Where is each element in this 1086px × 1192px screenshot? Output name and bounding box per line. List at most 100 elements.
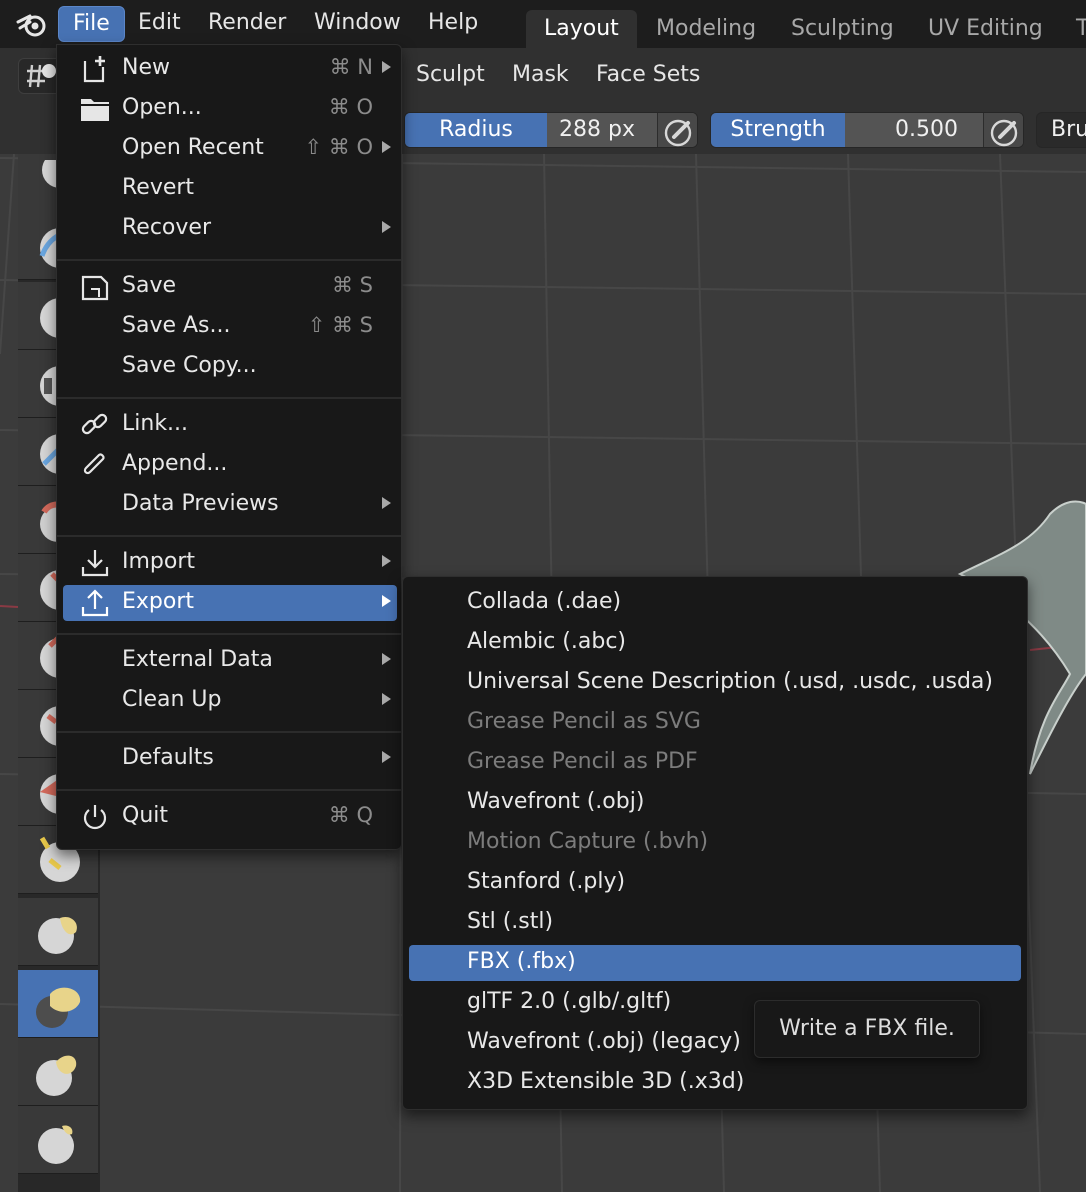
paperclip-icon: [83, 453, 105, 475]
file-defaults-label: Defaults: [122, 745, 214, 770]
strength-pressure-button[interactable]: [983, 113, 1023, 147]
file-open-label: Open...: [122, 95, 202, 120]
strength-field[interactable]: Strength 0.500: [710, 112, 1024, 148]
tool-mask-active[interactable]: [18, 970, 98, 1038]
export-stl-label: Stl (.stl): [467, 909, 554, 934]
menu-separator: [57, 397, 401, 399]
export-gltf-label: glTF 2.0 (.glb/.gltf): [467, 989, 672, 1014]
submenu-arrow-icon: [382, 595, 391, 607]
file-data-previews-label: Data Previews: [122, 491, 279, 516]
file-open-recent-label: Open Recent: [122, 135, 264, 160]
file-export-label: Export: [122, 589, 195, 614]
file-recover-label: Recover: [122, 215, 211, 240]
brush-dropdown[interactable]: Bru: [1036, 112, 1086, 148]
file-revert[interactable]: Revert: [63, 171, 397, 207]
export-collada-label: Collada (.dae): [467, 589, 622, 614]
export-icon: [81, 589, 109, 617]
file-import-label: Import: [122, 549, 196, 574]
file-open[interactable]: Open... ⌘ O: [63, 91, 397, 127]
file-save-label: Save: [122, 273, 177, 298]
export-bvh-label: Motion Capture (.bvh): [467, 829, 709, 854]
tab-uv-editing[interactable]: UV Editing: [910, 10, 1061, 48]
fbx-tooltip: Write a FBX file.: [754, 1000, 980, 1058]
export-collada[interactable]: Collada (.dae): [409, 585, 1021, 621]
face-sets-icon: [36, 1055, 77, 1096]
export-alembic[interactable]: Alembic (.abc): [409, 625, 1021, 661]
export-fbx-label: FBX (.fbx): [467, 949, 576, 974]
menu-separator: [57, 789, 401, 791]
file-link[interactable]: Link...: [63, 407, 397, 443]
export-obj-legacy-label: Wavefront (.obj) (legacy): [467, 1029, 741, 1054]
menu-file[interactable]: File: [58, 6, 125, 42]
export-usd[interactable]: Universal Scene Description (.usd, .usdc…: [409, 665, 1021, 701]
export-wavefront-obj[interactable]: Wavefront (.obj): [409, 785, 1021, 821]
export-grease-pencil-pdf: Grease Pencil as PDF: [409, 745, 1021, 781]
file-data-previews[interactable]: Data Previews: [63, 487, 397, 523]
export-ply-label: Stanford (.ply): [467, 869, 626, 894]
tool-draw-face-sets[interactable]: [18, 1038, 98, 1106]
file-import[interactable]: Import: [63, 545, 397, 581]
file-quit[interactable]: Quit ⌘ Q: [63, 799, 397, 835]
submenu-arrow-icon: [382, 751, 391, 763]
radius-pressure-button[interactable]: [657, 113, 697, 147]
file-save[interactable]: Save ⌘ S: [63, 269, 397, 305]
shortcut-text: ⌘ Q: [328, 803, 373, 827]
file-open-recent[interactable]: Open Recent ⇧ ⌘ O: [63, 131, 397, 167]
menu-separator: [57, 731, 401, 733]
submenu-arrow-icon: [382, 555, 391, 567]
blender-logo-icon[interactable]: [14, 8, 50, 40]
export-gp-pdf-label: Grease Pencil as PDF: [467, 749, 698, 774]
import-icon: [81, 550, 109, 577]
menu-edit[interactable]: Edit: [124, 6, 195, 42]
menu-window[interactable]: Window: [300, 6, 415, 42]
top-menubar: File Edit Render Window Help Layout Mode…: [0, 0, 1086, 48]
file-new[interactable]: New ⌘ N: [63, 51, 397, 87]
export-x3d[interactable]: X3D Extensible 3D (.x3d): [409, 1065, 1021, 1101]
folder-icon: [81, 99, 109, 121]
submenu-arrow-icon: [382, 497, 391, 509]
file-recover[interactable]: Recover: [63, 211, 397, 247]
shortcut-text: ⇧ ⌘ S: [307, 313, 373, 337]
export-motion-capture: Motion Capture (.bvh): [409, 825, 1021, 861]
tab-modeling[interactable]: Modeling: [638, 10, 774, 48]
tab-layout[interactable]: Layout: [526, 10, 637, 48]
file-save-copy[interactable]: Save Copy...: [63, 349, 397, 385]
tab-sculpting[interactable]: Sculpting: [773, 10, 912, 48]
menu-sculpt[interactable]: Sculpt: [416, 62, 485, 87]
file-save-copy-label: Save Copy...: [122, 353, 257, 378]
file-export[interactable]: Export: [63, 585, 397, 621]
file-append[interactable]: Append...: [63, 447, 397, 483]
tool-boundary[interactable]: [18, 898, 98, 966]
menu-separator: [57, 535, 401, 537]
menu-separator: [57, 259, 401, 261]
shortcut-text: ⇧ ⌘ O: [304, 135, 373, 159]
shortcut-text: ⌘ S: [331, 273, 373, 297]
export-obj-label: Wavefront (.obj): [467, 789, 645, 814]
radius-label: Radius: [405, 113, 547, 147]
menu-render[interactable]: Render: [194, 6, 300, 42]
mask-brush-icon: [36, 987, 81, 1028]
tool-multires-displacement[interactable]: [18, 1106, 98, 1174]
file-external-data[interactable]: External Data: [63, 643, 397, 679]
submenu-arrow-icon: [382, 141, 391, 153]
file-save-as[interactable]: Save As... ⇧ ⌘ S: [63, 309, 397, 345]
menu-mask[interactable]: Mask: [512, 62, 569, 87]
file-defaults[interactable]: Defaults: [63, 741, 397, 777]
file-clean-up[interactable]: Clean Up: [63, 683, 397, 719]
export-stanford-ply[interactable]: Stanford (.ply): [409, 865, 1021, 901]
new-file-icon: [83, 56, 105, 83]
submenu-arrow-icon: [382, 61, 391, 73]
export-fbx[interactable]: FBX (.fbx): [409, 945, 1021, 981]
export-usd-label: Universal Scene Description (.usd, .usdc…: [467, 669, 993, 694]
link-icon: [81, 413, 108, 435]
submenu-arrow-icon: [382, 693, 391, 705]
radius-field[interactable]: Radius 288 px: [404, 112, 698, 148]
menu-separator: [57, 633, 401, 635]
tab-truncated[interactable]: T: [1058, 10, 1086, 48]
shortcut-text: ⌘ O: [328, 95, 373, 119]
menu-face-sets[interactable]: Face Sets: [596, 62, 700, 87]
submenu-arrow-icon: [382, 653, 391, 665]
menu-help[interactable]: Help: [414, 6, 492, 42]
export-stl[interactable]: Stl (.stl): [409, 905, 1021, 941]
file-quit-label: Quit: [122, 803, 168, 828]
